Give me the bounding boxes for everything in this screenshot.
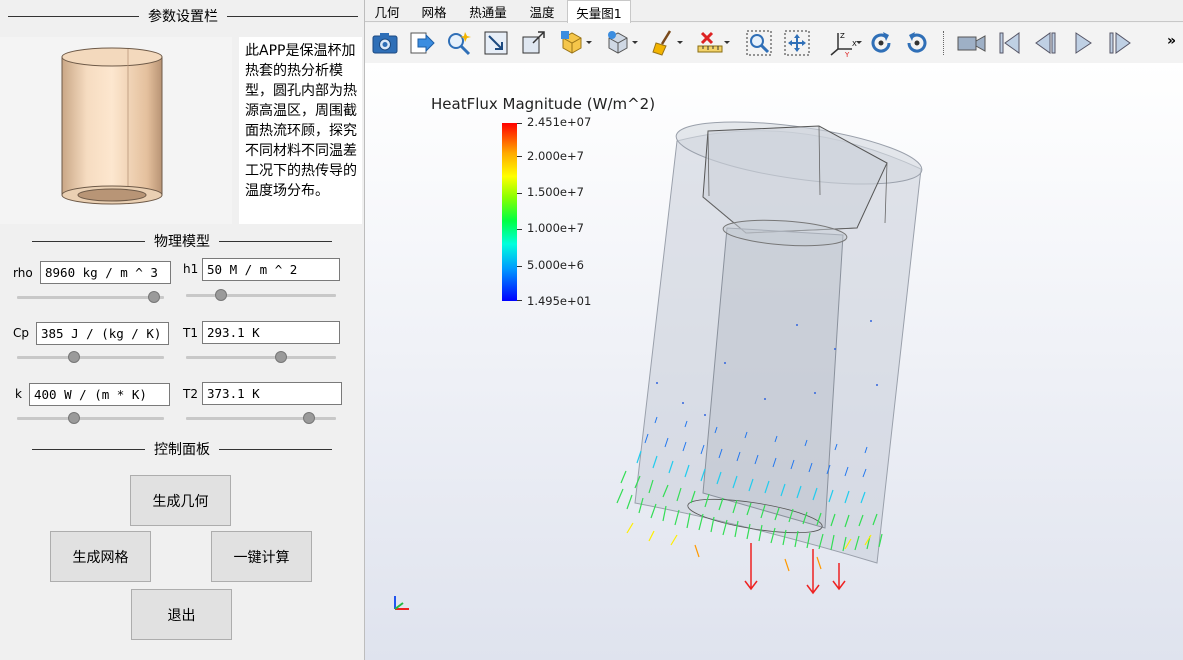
cp-label: Cp — [13, 326, 29, 340]
parameter-panel: 参数设置栏 此APP是保温杯加热套的热分析模型，圆孔内部为热源高温区，周围截面热… — [0, 0, 364, 660]
cp-input[interactable]: 385 J / (kg / K) — [36, 322, 169, 345]
compute-button[interactable]: 一键计算 — [211, 531, 312, 582]
record-icon[interactable] — [955, 29, 989, 57]
ruler-icon[interactable] — [696, 29, 730, 57]
rotate-cw-icon[interactable] — [867, 29, 895, 57]
t1-slider[interactable] — [186, 350, 336, 364]
t2-label: T2 — [183, 387, 198, 401]
app-window: 参数设置栏 此APP是保温杯加热套的热分析模型，圆孔内部为热源高温区，周围截面热… — [0, 0, 1183, 660]
app-description: 此APP是保温杯加热套的热分析模型，圆孔内部为热源高温区，周围截面热流环顾，探究… — [239, 37, 362, 224]
prev-frame-icon[interactable] — [1032, 29, 1060, 57]
tab-heat-flux[interactable]: 热通量 — [461, 0, 515, 22]
slider-knob[interactable] — [68, 412, 81, 424]
rho-label: rho — [13, 266, 33, 280]
zoom-window-icon[interactable] — [745, 29, 773, 57]
rho-slider[interactable] — [17, 290, 164, 304]
control-section-title: 控制面板 — [32, 440, 332, 458]
view-tabs: 几何 网格 热通量 温度 矢量图1 — [365, 0, 1183, 23]
broom-icon[interactable] — [650, 29, 684, 57]
h1-label: h1 — [183, 262, 199, 276]
pan-icon[interactable] — [783, 29, 811, 57]
t2-slider[interactable] — [186, 411, 336, 425]
slider-knob[interactable] — [303, 412, 315, 424]
t1-label: T1 — [183, 326, 198, 340]
slider-knob[interactable] — [274, 351, 287, 363]
export-icon[interactable] — [408, 29, 436, 57]
toolbar-overflow-button[interactable]: » — [1167, 33, 1176, 49]
play-icon[interactable] — [1069, 29, 1097, 57]
slider-knob[interactable] — [214, 289, 227, 301]
zoom-box-icon[interactable] — [482, 29, 510, 57]
orientation-triad — [394, 596, 409, 610]
cp-slider[interactable] — [17, 350, 164, 364]
k-input[interactable]: 400 W / (m * K) — [29, 383, 170, 406]
k-slider[interactable] — [17, 411, 164, 425]
cup-preview-image — [0, 37, 232, 224]
last-frame-icon[interactable] — [1106, 29, 1134, 57]
tab-mesh[interactable]: 网格 — [413, 0, 455, 22]
cube-color-icon[interactable] — [559, 29, 593, 57]
tab-vector-plot[interactable]: 矢量图1 — [567, 0, 631, 23]
viewer-toolbar: ZXY » — [365, 23, 1183, 63]
axes-icon[interactable]: ZXY — [828, 29, 862, 57]
rotate-ccw-icon[interactable] — [903, 29, 931, 57]
h1-input[interactable]: 50 M / m ^ 2 — [202, 258, 340, 281]
tab-temperature[interactable]: 温度 — [521, 0, 563, 22]
3d-viewport[interactable]: HeatFlux Magnitude (W/m^2) 2.451e+07 2.0… — [365, 63, 1183, 660]
cube-options-icon[interactable] — [605, 29, 639, 57]
slider-knob[interactable] — [68, 351, 81, 363]
toolbar-separator — [943, 31, 944, 55]
t2-input[interactable]: 373.1 K — [202, 382, 342, 405]
physics-section-title: 物理模型 — [32, 232, 332, 250]
h1-slider[interactable] — [186, 288, 336, 302]
t1-input[interactable]: 293.1 K — [202, 321, 340, 344]
generate-mesh-button[interactable]: 生成网格 — [50, 531, 151, 582]
camera-icon[interactable] — [371, 29, 399, 57]
tab-geometry[interactable]: 几何 — [367, 0, 407, 22]
rho-input[interactable]: 8960 kg / m ^ 3 — [40, 261, 171, 284]
first-frame-icon[interactable] — [995, 29, 1023, 57]
k-label: k — [15, 387, 22, 401]
heat-flux-model — [394, 121, 923, 610]
svg-text:Y: Y — [844, 51, 850, 57]
magic-zoom-icon[interactable] — [445, 29, 473, 57]
param-section-title: 参数设置栏 — [8, 7, 358, 25]
generate-geometry-button[interactable]: 生成几何 — [130, 475, 231, 526]
exit-button[interactable]: 退出 — [131, 589, 232, 640]
svg-text:Z: Z — [840, 32, 845, 40]
box-view-icon[interactable] — [519, 29, 547, 57]
slider-knob[interactable] — [147, 291, 160, 303]
